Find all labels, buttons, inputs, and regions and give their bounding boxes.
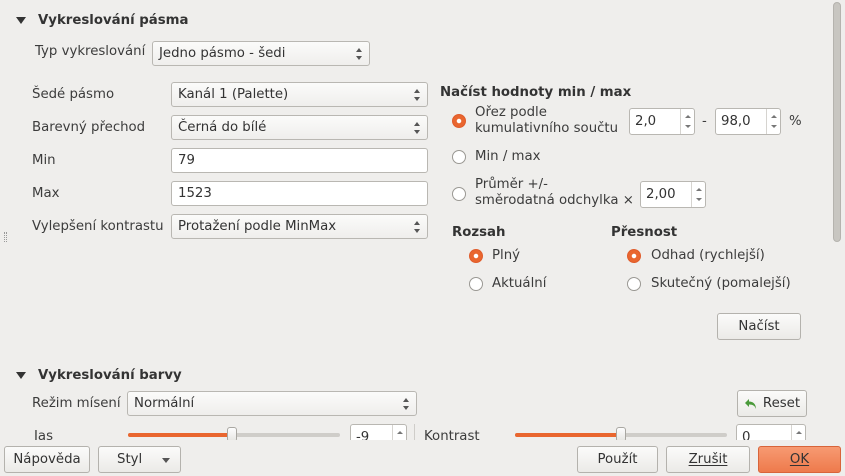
range-dash: -	[702, 114, 707, 129]
splitter-grip[interactable]	[4, 232, 7, 242]
stddev-label: Průměr +/- směrodatná odchylka ×	[475, 177, 634, 209]
reset-label: Reset	[762, 396, 801, 411]
minmax-title: Načíst hodnoty min / max	[440, 85, 632, 100]
ok-button[interactable]: OK	[758, 446, 841, 473]
color-gradient-combo[interactable]: Černá do bílé	[171, 115, 428, 140]
combo-arrows-icon	[356, 48, 363, 60]
cumulative-cut-radio[interactable]	[452, 114, 466, 128]
color-gradient-value: Černá do bílé	[178, 120, 267, 135]
vertical-scrollbar[interactable]	[829, 0, 845, 440]
color-gradient-label: Barevný přechod	[32, 120, 146, 135]
cumulative-cut-line1: Ořez podle	[475, 105, 547, 120]
style-button[interactable]: Styl	[98, 446, 181, 473]
style-label: Styl	[117, 452, 143, 467]
cumulative-low-spinbox[interactable]: 2,0	[629, 108, 695, 135]
blend-mode-label: Režim mísení	[32, 396, 121, 411]
gray-band-label: Šedé pásmo	[32, 87, 115, 102]
contrast-enhancement-value: Protažení podle MinMax	[178, 219, 337, 234]
help-button[interactable]: Nápověda	[4, 446, 90, 473]
combo-arrows-icon	[414, 221, 421, 233]
percent-sign: %	[789, 114, 802, 129]
undo-icon	[744, 398, 756, 409]
max-label: Max	[32, 186, 60, 201]
spin-arrows-icon[interactable]	[766, 109, 780, 134]
render-type-label: Typ vykreslování	[35, 44, 146, 59]
reset-button[interactable]: Reset	[737, 390, 807, 417]
extent-title: Rozsah	[452, 225, 506, 240]
accuracy-actual-label: Skutečný (pomalejší)	[651, 276, 791, 291]
dialog-button-bar: Nápověda Styl Použít Zrušit OK	[0, 440, 845, 476]
spin-arrows-icon[interactable]	[691, 182, 705, 207]
stddev-spinbox[interactable]: 2,00	[640, 181, 706, 208]
stddev-radio[interactable]	[452, 187, 466, 201]
brightness-slider[interactable]	[128, 427, 340, 442]
gray-band-value: Kanál 1 (Palette)	[178, 87, 289, 102]
extent-current-label: Aktuální	[492, 276, 547, 291]
contrast-slider[interactable]	[515, 427, 727, 442]
section-band-rendering-header[interactable]: Vykreslování pásma	[0, 9, 189, 31]
cancel-button[interactable]: Zrušit	[666, 446, 750, 473]
accuracy-actual-radio[interactable]	[627, 277, 641, 291]
contrast-enhancement-combo[interactable]: Protažení podle MinMax	[171, 214, 428, 239]
spin-arrows-icon[interactable]	[680, 109, 694, 134]
gray-band-combo[interactable]: Kanál 1 (Palette)	[171, 82, 428, 107]
combo-arrows-icon	[414, 122, 421, 134]
cumulative-cut-line2: kumulativního součtu	[475, 121, 619, 136]
combo-arrows-icon	[414, 89, 421, 101]
stddev-value: 2,00	[646, 187, 676, 202]
section-color-rendering-header[interactable]: Vykreslování barvy	[0, 364, 182, 386]
min-label: Min	[32, 153, 56, 168]
brightness-slider-fill	[128, 433, 232, 437]
accuracy-estimate-radio[interactable]	[627, 249, 641, 263]
section-title: Vykreslování pásma	[38, 12, 189, 28]
cumulative-low-value: 2,0	[635, 114, 657, 129]
minmax-radio[interactable]	[452, 150, 466, 164]
minmax-label: Min / max	[475, 149, 541, 164]
max-input[interactable]: 1523	[171, 181, 428, 206]
cumulative-cut-label: Ořez podle kumulativního součtu	[475, 105, 618, 137]
stddev-line1: Průměr +/-	[475, 177, 548, 192]
cancel-label: Zrušit	[688, 452, 728, 467]
render-type-value: Jedno pásmo - šedi	[159, 46, 286, 61]
blend-mode-combo[interactable]: Normální	[127, 391, 417, 416]
collapse-triangle-icon	[16, 16, 26, 24]
section-title: Vykreslování barvy	[38, 367, 182, 383]
stddev-line2: směrodatná odchylka ×	[475, 193, 634, 208]
extent-current-radio[interactable]	[469, 277, 483, 291]
combo-arrows-icon	[403, 398, 410, 410]
extent-full-radio[interactable]	[469, 249, 483, 263]
ok-label: OK	[789, 452, 810, 467]
collapse-triangle-icon	[16, 371, 26, 379]
apply-button[interactable]: Použít	[577, 446, 658, 473]
contrast-enhancement-label: Vylepšení kontrastu	[32, 219, 164, 234]
extent-full-label: Plný	[492, 248, 521, 263]
blend-mode-value: Normální	[134, 396, 195, 411]
cumulative-high-spinbox[interactable]: 98,0	[715, 108, 781, 135]
scrollbar-thumb[interactable]	[833, 2, 841, 242]
dropdown-arrow-icon	[162, 458, 170, 463]
accuracy-estimate-label: Odhad (rychlejší)	[651, 248, 765, 263]
load-button[interactable]: Načíst	[717, 313, 801, 340]
min-input[interactable]: 79	[171, 148, 428, 173]
separator	[414, 424, 415, 440]
cumulative-high-value: 98,0	[721, 114, 751, 129]
accuracy-title: Přesnost	[611, 225, 678, 240]
render-type-combo[interactable]: Jedno pásmo - šedi	[152, 41, 370, 66]
contrast-slider-fill	[515, 433, 621, 437]
